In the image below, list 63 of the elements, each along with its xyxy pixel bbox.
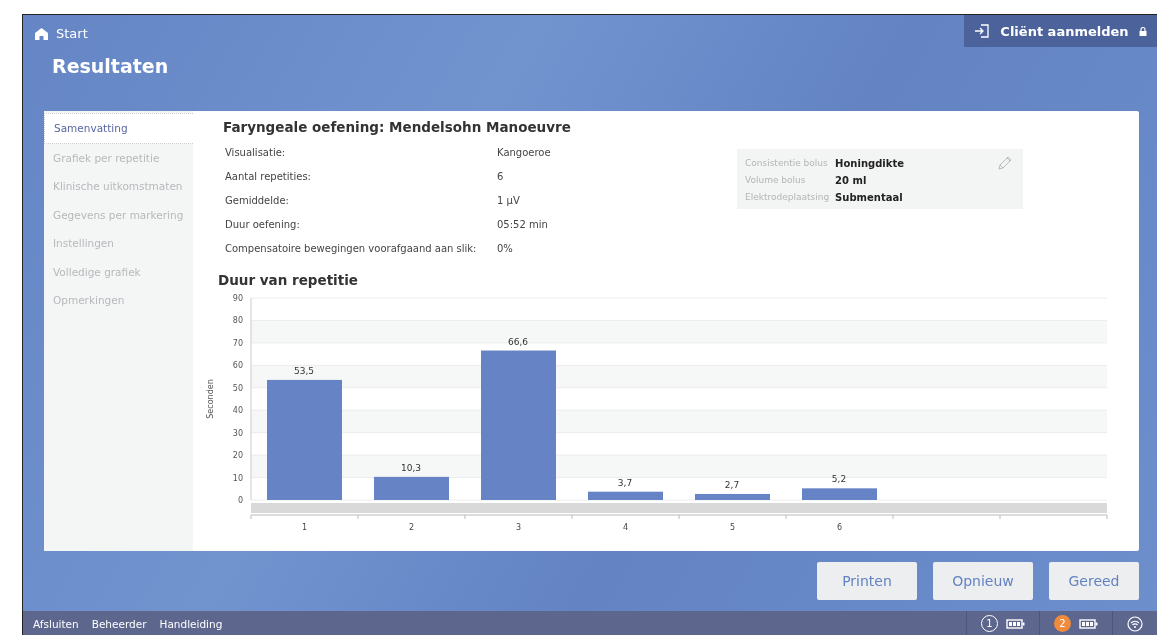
value-label: 3,7 xyxy=(617,477,633,488)
field-value: Kangoeroe xyxy=(497,146,552,160)
field-value: 05:52 min xyxy=(497,218,549,232)
sidebar-item[interactable]: Grafiek per repetitie xyxy=(44,143,193,172)
wifi-icon[interactable] xyxy=(1127,615,1143,632)
status-link[interactable]: Handleiding xyxy=(159,617,223,630)
sidebar-item[interactable]: Klinische uitkomstmaten xyxy=(44,172,193,201)
field-label: Duur oefening: xyxy=(225,218,301,232)
device-badge[interactable]: 2 xyxy=(1054,615,1071,632)
sidebar-item[interactable]: Volledige grafiek xyxy=(44,257,193,286)
battery-icon xyxy=(1079,618,1098,629)
axis-tick-label: 2 xyxy=(408,523,415,532)
axis-tick-label: 4 xyxy=(622,523,629,532)
axis-tick-label: 0 xyxy=(237,496,243,505)
sidebar-item[interactable]: Samenvatting xyxy=(44,113,193,144)
field-value: 20 ml xyxy=(835,174,867,188)
field-label: Aantal repetities: xyxy=(225,170,312,184)
sign-in-icon xyxy=(974,24,991,38)
home-icon xyxy=(35,27,48,40)
field-value: 6 xyxy=(497,170,505,184)
axis-tick-label: 50 xyxy=(232,383,243,393)
status-link[interactable]: Afsluiten xyxy=(33,617,79,630)
sidebar-item[interactable]: Opmerkingen xyxy=(44,286,193,315)
axis-tick-label: 10 xyxy=(232,473,243,483)
status-link[interactable]: Beheerder xyxy=(91,617,147,630)
axis-tick-label: 20 xyxy=(232,451,243,461)
axis-tick-label: 6 xyxy=(836,523,843,532)
lock-icon xyxy=(1138,26,1147,36)
value-label: 66,6 xyxy=(508,336,528,347)
axis-tick-label: 3 xyxy=(515,523,522,532)
axis-tick-label: 40 xyxy=(232,406,243,416)
sidebar-item[interactable]: Instellingen xyxy=(44,229,193,258)
field-value: Submentaal xyxy=(835,191,903,205)
axis-tick-label: 5 xyxy=(729,523,736,532)
value-label: 10,3 xyxy=(401,462,421,473)
field-label: Compensatoire bewegingen voorafgaand aan slik: xyxy=(225,242,478,256)
field-value: Honingdikte xyxy=(835,157,904,171)
axis-tick-label: 1 xyxy=(301,523,308,532)
sidebar-item[interactable]: Gegevens per markering xyxy=(44,200,193,229)
axis-tick-label: 60 xyxy=(232,361,243,371)
login-button[interactable]: Cliënt aanmelden xyxy=(964,15,1157,47)
page-title: Resultaten xyxy=(51,55,169,77)
axis-title: Seconden xyxy=(206,379,215,419)
battery-icon xyxy=(1006,618,1025,629)
field-label: Volume bolus xyxy=(745,174,807,187)
axis-tick-label: 80 xyxy=(232,316,243,326)
value-label: 53,5 xyxy=(294,365,314,376)
field-label: Gemiddelde: xyxy=(225,194,290,208)
field-value: 1 µV xyxy=(497,194,521,208)
action-button[interactable]: Printen xyxy=(817,562,917,600)
home-link[interactable]: Start xyxy=(35,26,169,41)
axis-tick-label: 90 xyxy=(232,294,243,303)
axis-tick-label: 70 xyxy=(232,338,243,348)
action-button[interactable]: Gereed xyxy=(1049,562,1139,600)
action-button[interactable]: Opnieuw xyxy=(933,562,1033,600)
value-label: 5,2 xyxy=(831,474,847,485)
exercise-title: Faryngeale oefening: Mendelsohn Manoeuvre xyxy=(223,119,572,135)
field-label: Elektrodeplaatsing xyxy=(745,191,830,204)
field-label: Visualisatie: xyxy=(225,146,287,160)
chart-title: Duur van repetitie xyxy=(218,272,359,288)
value-label: 2,7 xyxy=(724,479,740,490)
axis-tick-label: 30 xyxy=(232,428,243,438)
field-value: 0% xyxy=(497,242,514,256)
